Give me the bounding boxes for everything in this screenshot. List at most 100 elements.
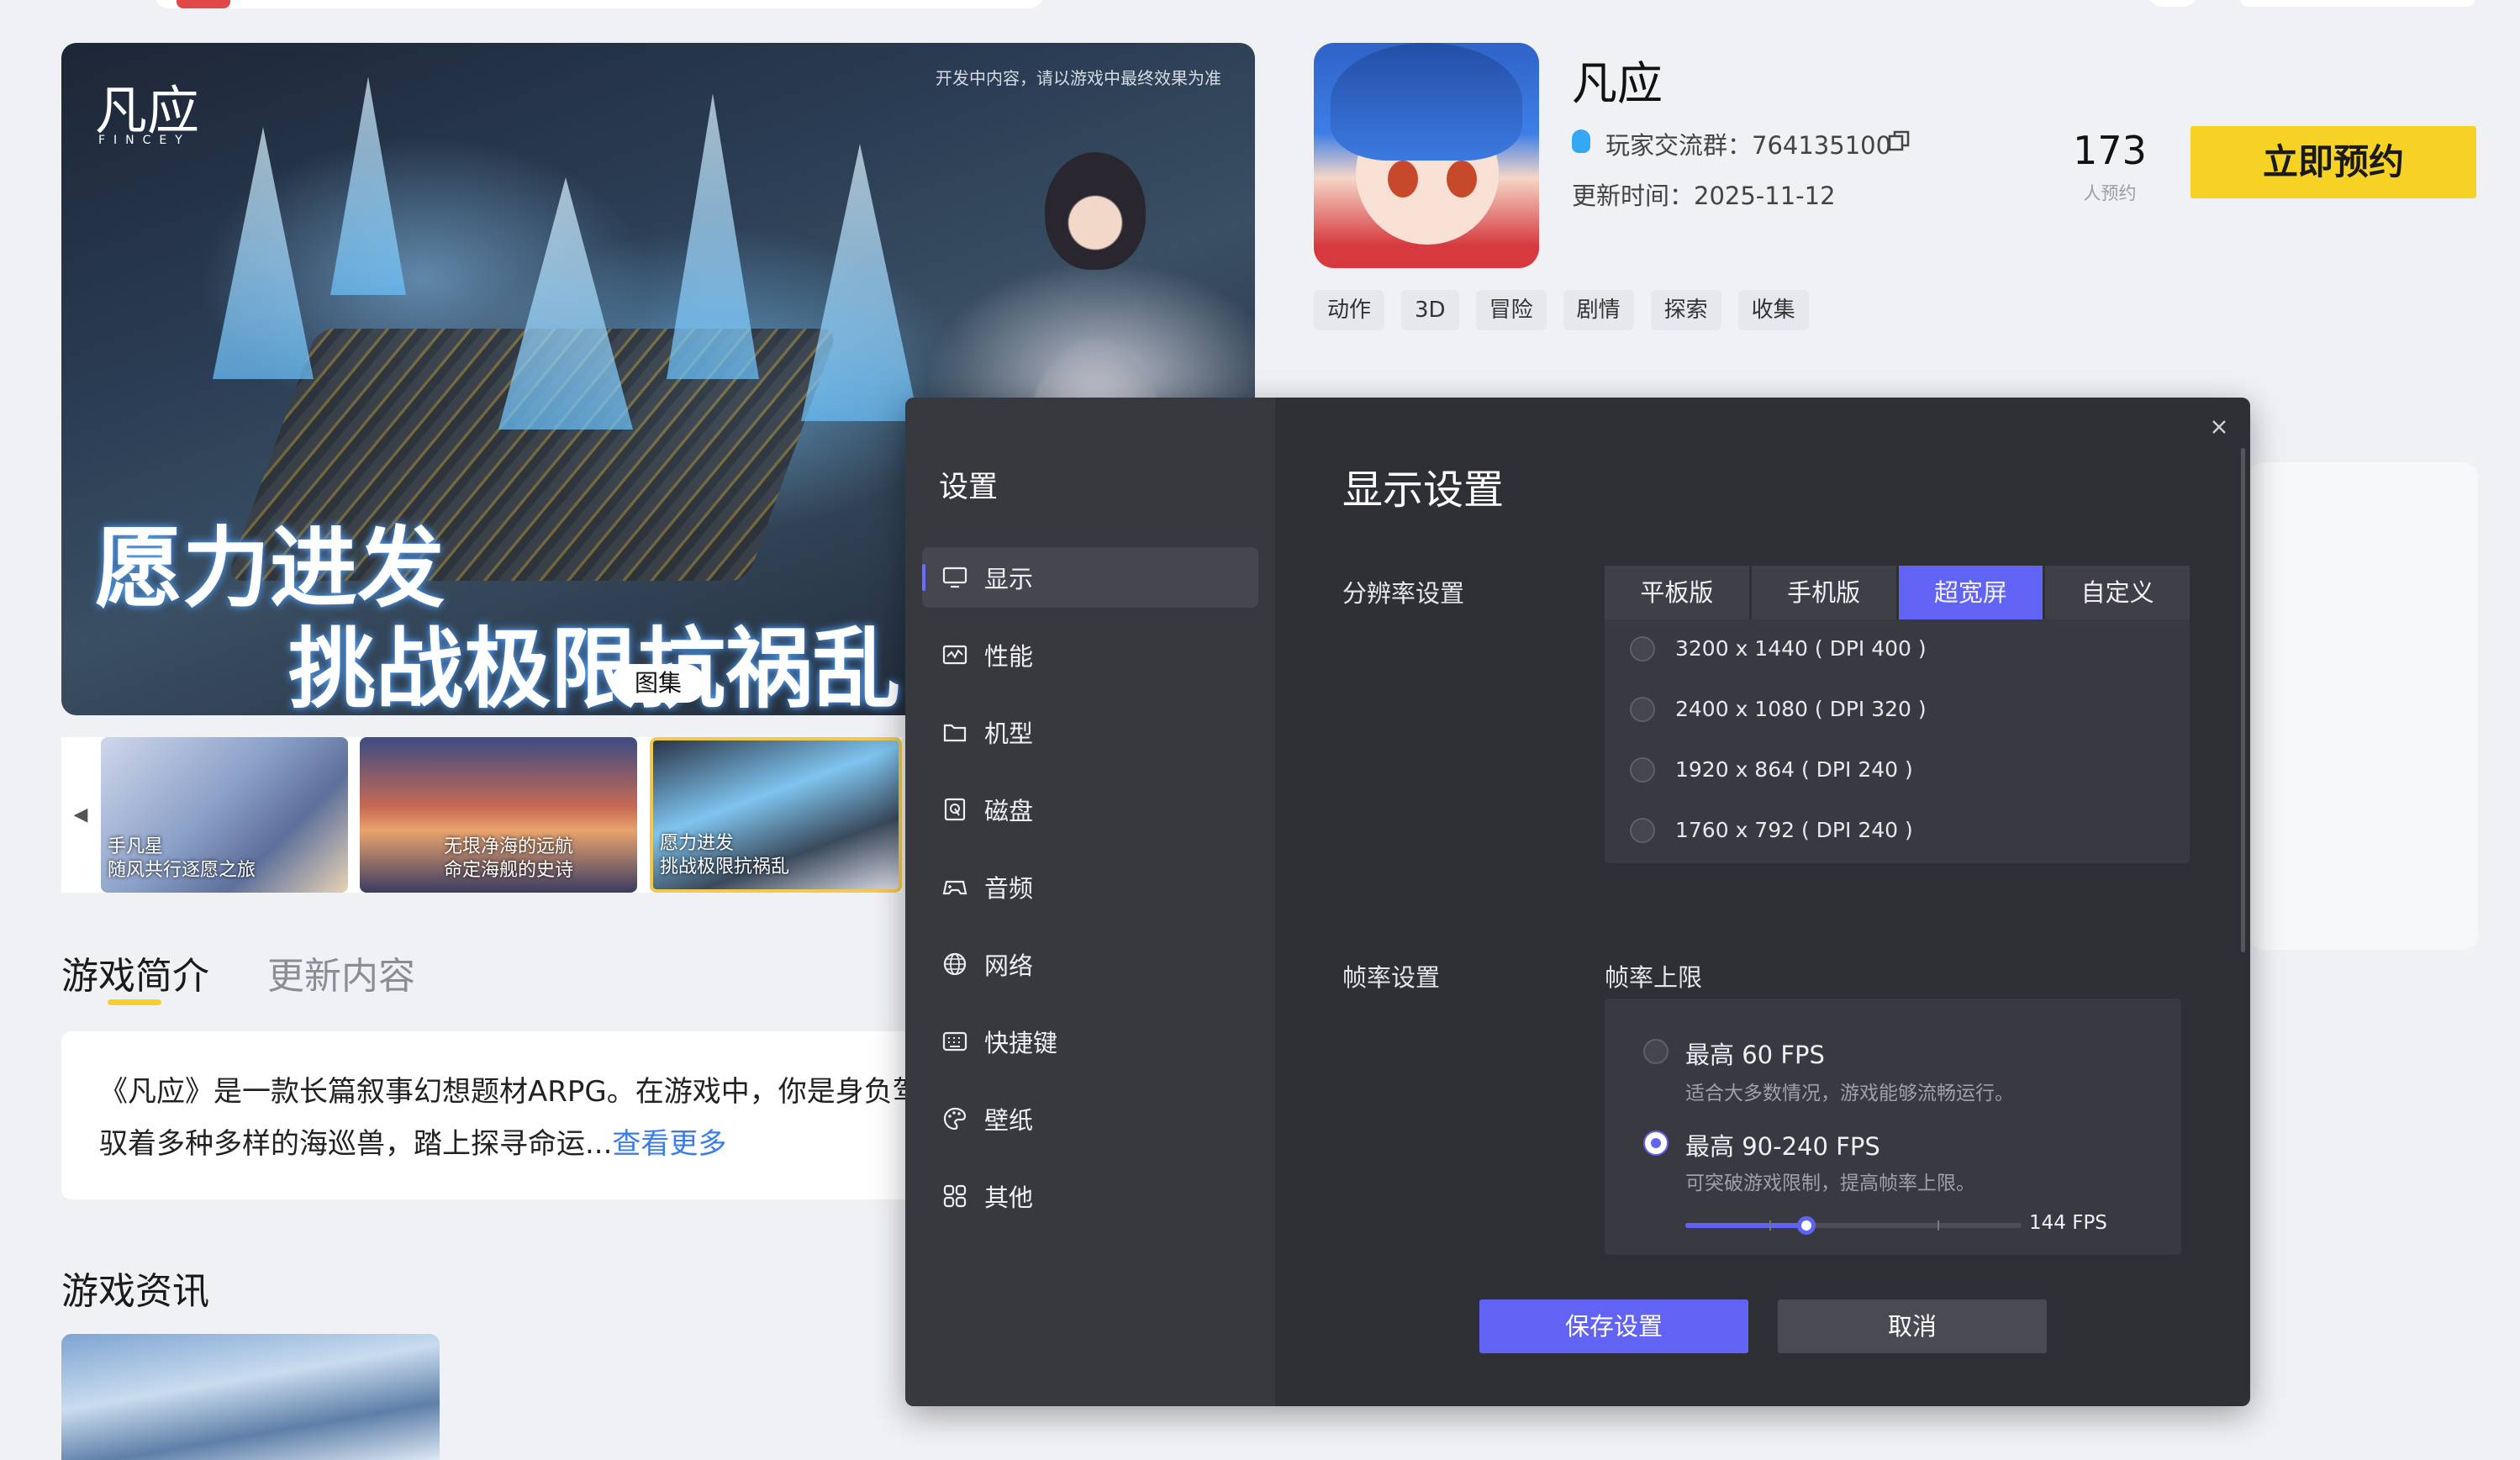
tag-list: 动作 3D 冒险 剧情 探索 收集 (1314, 290, 1809, 330)
settings-dialog: 设置 显示 性能 机型 磁盘 音频 网络 快捷键 壁纸 其他 显示设置 分辨率设… (905, 398, 2250, 1406)
sidebar-item-label: 网络 (984, 951, 1034, 980)
sidebar-item-label: 音频 (984, 874, 1034, 903)
sidebar-item-label: 其他 (984, 1183, 1034, 1212)
thumbnail[interactable]: 无垠净海的远航 命定海舰的史诗 (360, 737, 637, 893)
hero-artwork-head (1045, 152, 1146, 270)
fps-slider[interactable] (1685, 1216, 2022, 1235)
fps-radio-90-240[interactable] (1643, 1131, 1669, 1156)
fps-option-desc: 适合大多数情况，游戏能够流畅运行。 (1685, 1083, 2014, 1104)
fps-slider-value: 144 FPS (2029, 1212, 2107, 1234)
framerate-label: 帧率设置 (1342, 963, 1441, 992)
fps-slider-tick (1769, 1220, 1771, 1231)
reserve-count: 173 (2073, 128, 2147, 173)
framerate-cap-label: 帧率上限 (1605, 963, 1703, 992)
resolution-radio[interactable] (1630, 818, 1655, 843)
fps-slider-tick (1937, 1220, 1939, 1231)
player-group: 玩家交流群：764135100 (1605, 131, 1892, 160)
tag[interactable]: 3D (1401, 290, 1459, 330)
reserve-label: 人预约 (2083, 183, 2137, 203)
fps-slider-handle[interactable] (1797, 1216, 1816, 1235)
resolution-label: 分辨率设置 (1342, 579, 1465, 608)
grid-icon (941, 1182, 969, 1210)
disk-icon (941, 795, 969, 824)
fps-radio-60[interactable] (1643, 1039, 1669, 1064)
news-title: 游戏资讯 (61, 1270, 209, 1313)
tab-phone[interactable]: 手机版 (1751, 566, 1896, 619)
resolution-options: 3200 x 1440 ( DPI 400 ) 2400 x 1080 ( DP… (1605, 619, 2190, 863)
sidebar-item-device[interactable]: 机型 (922, 702, 1258, 762)
thumbnail[interactable]: 手凡星 随风共行逐愿之旅 (101, 737, 348, 893)
tab-ultrawide[interactable]: 超宽屏 (1898, 566, 2043, 619)
resolution-option[interactable]: 1760 x 792 ( DPI 240 ) (1675, 818, 1913, 842)
hero-logo-sub: FINCEY (98, 134, 191, 147)
fps-option-title[interactable]: 最高 60 FPS (1685, 1036, 1825, 1071)
gallery-button[interactable]: 图集 (611, 664, 705, 703)
tab-custom[interactable]: 自定义 (2045, 566, 2190, 619)
sidebar-item-network[interactable]: 网络 (922, 934, 1258, 994)
save-button[interactable]: 保存设置 (1479, 1299, 1748, 1353)
resolution-option[interactable]: 2400 x 1080 ( DPI 320 ) (1675, 697, 1927, 721)
view-more-link[interactable]: 查看更多 (612, 1127, 726, 1161)
resolution-option[interactable]: 1920 x 864 ( DPI 240 ) (1675, 757, 1913, 782)
news-thumbnail[interactable] (61, 1334, 440, 1460)
intro-text: 《凡应》是一款长篇叙事幻想题材ARPG。在游戏中，你是身负驾驭着多种多样的海巡兽… (99, 1075, 921, 1161)
tag[interactable]: 收集 (1737, 290, 1809, 330)
resolution-radio[interactable] (1630, 697, 1655, 722)
tag[interactable]: 冒险 (1475, 290, 1547, 330)
fps-option-title[interactable]: 最高 90-240 FPS (1685, 1127, 1880, 1162)
fps-slider-fill (1685, 1223, 1806, 1228)
update-time: 更新时间：2025-11-12 (1572, 182, 1836, 210)
tag[interactable]: 剧情 (1563, 290, 1634, 330)
side-card (2249, 462, 2478, 950)
hero-artwork-crystal (498, 177, 633, 430)
sidebar-item-hotkeys[interactable]: 快捷键 (922, 1011, 1258, 1072)
monitor-icon (941, 563, 969, 592)
qq-icon (1572, 129, 1590, 153)
search-bar[interactable] (156, 0, 1042, 8)
scrollbar[interactable] (2241, 448, 2245, 952)
header-button[interactable] (2240, 0, 2475, 7)
tab-update[interactable]: 更新内容 (267, 946, 415, 999)
sidebar-item-label: 壁纸 (984, 1106, 1034, 1135)
sidebar-item-performance[interactable]: 性能 (922, 625, 1258, 685)
hero-slogan-line2: 挑战极限抗祸乱 (288, 617, 901, 715)
settings-sidebar: 设置 显示 性能 机型 磁盘 音频 网络 快捷键 壁纸 其他 (905, 398, 1275, 1406)
tag[interactable]: 探索 (1650, 290, 1721, 330)
sidebar-item-label: 显示 (984, 565, 1034, 593)
hero-notice: 开发中内容，请以游戏中最终效果为准 (936, 68, 1221, 88)
palette-icon (941, 1104, 969, 1133)
sidebar-item-other[interactable]: 其他 (922, 1166, 1258, 1226)
folder-icon (941, 718, 969, 746)
resolution-radio[interactable] (1630, 757, 1655, 783)
close-icon[interactable] (2205, 413, 2233, 441)
avatar[interactable] (2148, 0, 2198, 7)
hero-artwork-crystal (330, 76, 406, 295)
game-icon (1314, 43, 1539, 268)
sidebar-item-wallpaper[interactable]: 壁纸 (922, 1088, 1258, 1149)
tab-tablet[interactable]: 平板版 (1605, 566, 1749, 619)
resolution-option[interactable]: 3200 x 1440 ( DPI 400 ) (1675, 636, 1927, 661)
tag[interactable]: 动作 (1314, 290, 1385, 330)
chevron-left-icon[interactable]: ◀ (61, 737, 100, 893)
thumbnail-selected[interactable]: 愿力进发 挑战极限抗祸乱 (650, 737, 902, 893)
hero-artwork-crystal (667, 93, 759, 379)
copy-icon[interactable] (1887, 129, 1911, 153)
fps-option-desc: 可突破游戏限制，提高帧率上限。 (1685, 1173, 1975, 1194)
keyboard-icon (941, 1027, 969, 1056)
globe-icon (941, 950, 969, 978)
sidebar-item-display[interactable]: 显示 (922, 547, 1258, 608)
sidebar-item-label: 机型 (984, 719, 1034, 748)
reserve-button[interactable]: 立即预约 (2191, 126, 2476, 198)
settings-title: 设置 (939, 471, 999, 504)
sidebar-item-audio[interactable]: 音频 (922, 856, 1258, 917)
sidebar-item-disk[interactable]: 磁盘 (922, 779, 1258, 840)
resolution-radio[interactable] (1630, 636, 1655, 661)
game-title: 凡应 (1572, 57, 1663, 110)
cancel-button[interactable]: 取消 (1778, 1299, 2047, 1353)
tab-intro[interactable]: 游戏简介 (61, 946, 209, 999)
gamepad-icon (941, 872, 969, 901)
performance-icon (941, 640, 969, 669)
panel-title: 显示设置 (1342, 466, 1505, 514)
fps-options: 最高 60 FPS 适合大多数情况，游戏能够流畅运行。 最高 90-240 FP… (1605, 999, 2181, 1255)
sidebar-item-label: 性能 (984, 642, 1034, 671)
